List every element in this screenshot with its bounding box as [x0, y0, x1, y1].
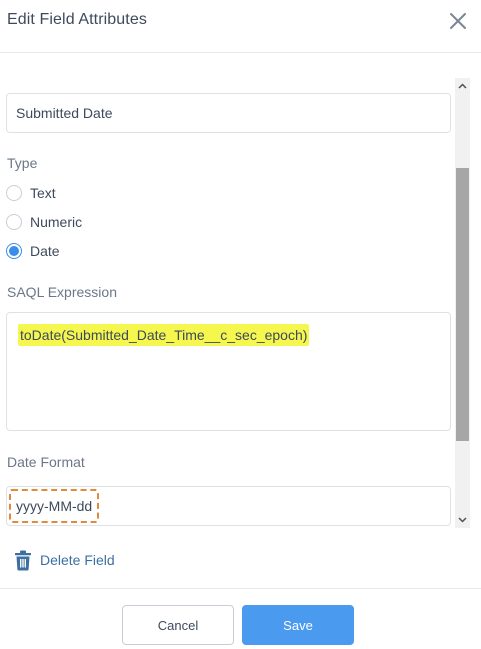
saql-expression-textarea[interactable]: toDate(Submitted_Date_Time__c_sec_epoch): [6, 312, 451, 431]
radio-label: Date: [30, 243, 60, 259]
modal-footer: Cancel Save: [0, 588, 481, 649]
modal-body: Submitted Date Type Text Numeric Date SA…: [0, 78, 481, 528]
save-button[interactable]: Save: [242, 605, 354, 645]
modal-title: Edit Field Attributes: [7, 11, 147, 28]
radio-circle[interactable]: [6, 214, 22, 230]
radio-text[interactable]: Text: [6, 183, 56, 203]
saql-expression-label: SAQL Expression: [7, 284, 117, 300]
close-icon[interactable]: [448, 11, 468, 31]
radio-numeric[interactable]: Numeric: [6, 212, 82, 232]
radio-circle[interactable]: [6, 243, 22, 259]
date-format-input[interactable]: yyyy-MM-dd: [6, 486, 451, 526]
cancel-button[interactable]: Cancel: [122, 605, 234, 645]
modal-header: Edit Field Attributes: [0, 0, 481, 53]
field-name-input[interactable]: Submitted Date: [6, 93, 451, 133]
radio-label: Numeric: [30, 214, 83, 230]
radio-date[interactable]: Date: [6, 241, 60, 261]
edit-field-attributes-modal: Edit Field Attributes Submitted Date Typ…: [0, 0, 481, 649]
delete-field-label: Delete Field: [40, 552, 115, 568]
scroll-up-arrow-icon[interactable]: [455, 80, 470, 92]
radio-label: Text: [30, 185, 56, 201]
date-format-value: yyyy-MM-dd: [9, 489, 100, 523]
radio-circle[interactable]: [6, 185, 22, 201]
scrollbar-thumb[interactable]: [456, 168, 469, 441]
date-format-label: Date Format: [7, 454, 85, 470]
saql-expression-text: toDate(Submitted_Date_Time__c_sec_epoch): [18, 324, 310, 346]
trash-icon: [15, 550, 31, 570]
scroll-down-arrow-icon[interactable]: [455, 514, 470, 526]
delete-field-button[interactable]: Delete Field: [14, 549, 115, 571]
type-label: Type: [7, 155, 38, 171]
vertical-scrollbar[interactable]: [455, 78, 470, 528]
